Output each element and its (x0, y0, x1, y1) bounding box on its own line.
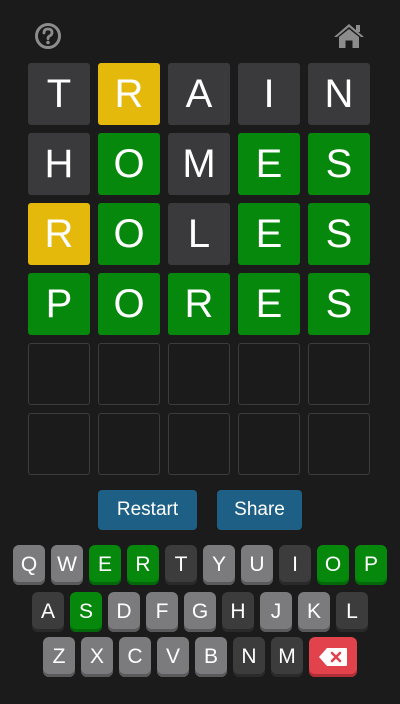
empty-tile (308, 413, 370, 475)
key-v[interactable]: V (157, 637, 189, 677)
empty-tile (98, 413, 160, 475)
letter-tile: E (238, 133, 300, 195)
letter-tile: S (308, 203, 370, 265)
letter-tile: R (168, 273, 230, 335)
keyboard-row: ZXCVBNM (0, 637, 400, 679)
empty-tile (168, 413, 230, 475)
top-bar (0, 0, 400, 64)
empty-tile (28, 413, 90, 475)
key-z[interactable]: Z (43, 637, 75, 677)
home-icon (334, 24, 364, 48)
backspace-icon (319, 648, 347, 666)
key-p[interactable]: P (355, 545, 387, 585)
letter-tile: O (98, 273, 160, 335)
letter-tile: S (308, 273, 370, 335)
key-q[interactable]: Q (13, 545, 45, 585)
letter-tile: M (168, 133, 230, 195)
key-r[interactable]: R (127, 545, 159, 585)
help-button[interactable] (34, 22, 62, 50)
letter-tile: A (168, 63, 230, 125)
keyboard-row: ASDFGHJKL (0, 592, 400, 634)
backspace-key[interactable] (309, 637, 357, 677)
game-board: TRAINHOMESROLESPORES (28, 63, 372, 475)
key-j[interactable]: J (260, 592, 292, 632)
key-g[interactable]: G (184, 592, 216, 632)
empty-tile (168, 343, 230, 405)
letter-tile: O (98, 133, 160, 195)
empty-tile (238, 413, 300, 475)
key-m[interactable]: M (271, 637, 303, 677)
letter-tile: L (168, 203, 230, 265)
key-a[interactable]: A (32, 592, 64, 632)
key-k[interactable]: K (298, 592, 330, 632)
key-e[interactable]: E (89, 545, 121, 585)
key-w[interactable]: W (51, 545, 83, 585)
key-l[interactable]: L (336, 592, 368, 632)
key-u[interactable]: U (241, 545, 273, 585)
empty-tile (28, 343, 90, 405)
letter-tile: H (28, 133, 90, 195)
letter-tile: P (28, 273, 90, 335)
restart-button[interactable]: Restart (98, 490, 197, 530)
key-y[interactable]: Y (203, 545, 235, 585)
key-b[interactable]: B (195, 637, 227, 677)
share-button[interactable]: Share (217, 490, 302, 530)
key-d[interactable]: D (108, 592, 140, 632)
key-i[interactable]: I (279, 545, 311, 585)
empty-tile (308, 343, 370, 405)
key-n[interactable]: N (233, 637, 265, 677)
letter-tile: R (98, 63, 160, 125)
empty-tile (238, 343, 300, 405)
action-bar: Restart Share (0, 490, 400, 530)
letter-tile: O (98, 203, 160, 265)
letter-tile: E (238, 203, 300, 265)
key-x[interactable]: X (81, 637, 113, 677)
home-button[interactable] (332, 22, 366, 50)
letter-tile: N (308, 63, 370, 125)
letter-tile: I (238, 63, 300, 125)
letter-tile: E (238, 273, 300, 335)
key-f[interactable]: F (146, 592, 178, 632)
empty-tile (98, 343, 160, 405)
key-h[interactable]: H (222, 592, 254, 632)
key-c[interactable]: C (119, 637, 151, 677)
keyboard-row: QWERTYUIOP (0, 545, 400, 587)
key-t[interactable]: T (165, 545, 197, 585)
question-circle-icon (35, 23, 61, 49)
letter-tile: R (28, 203, 90, 265)
letter-tile: T (28, 63, 90, 125)
key-o[interactable]: O (317, 545, 349, 585)
key-s[interactable]: S (70, 592, 102, 632)
letter-tile: S (308, 133, 370, 195)
